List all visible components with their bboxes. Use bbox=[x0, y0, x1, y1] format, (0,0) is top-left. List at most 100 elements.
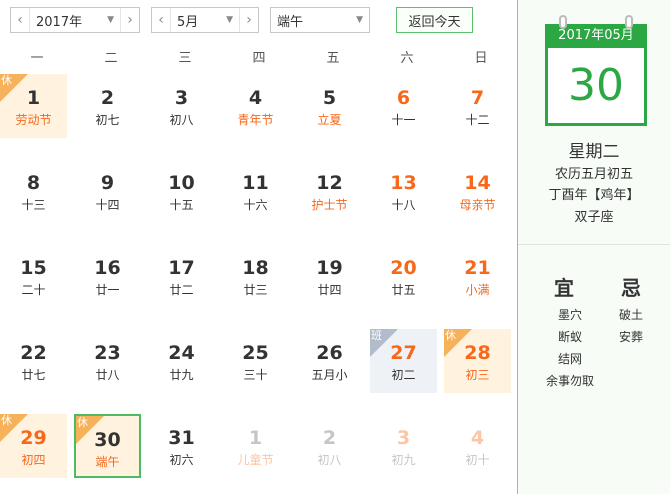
zodiac-sign: 双子座 bbox=[574, 210, 614, 225]
day-lunar-label: 初六 bbox=[169, 453, 194, 467]
weekday-label: 六 bbox=[400, 51, 414, 66]
day-number: 5 bbox=[322, 87, 337, 109]
day-cell[interactable]: 8 十三 bbox=[0, 159, 67, 223]
day-number: 21 bbox=[464, 257, 491, 279]
next-month-arrow-icon[interactable]: › bbox=[240, 8, 258, 32]
day-lunar-label: 廿八 bbox=[95, 368, 120, 382]
ganzhi-year: 丁酉年【鸡年】 bbox=[548, 188, 640, 203]
day-lunar-label: 十六 bbox=[243, 198, 268, 212]
day-number: 8 bbox=[26, 172, 41, 194]
day-cell[interactable]: 20 廿五 bbox=[370, 244, 437, 308]
day-number: 4 bbox=[470, 427, 485, 449]
month-selector[interactable]: ‹ 5月 ▼ › bbox=[151, 7, 259, 33]
day-lunar-label: 廿七 bbox=[21, 368, 46, 382]
day-cell[interactable]: 2 初七 bbox=[74, 74, 141, 138]
year-selector[interactable]: ‹ 2017年 ▼ › bbox=[10, 7, 140, 33]
day-cell[interactable]: 2 初八 bbox=[296, 414, 363, 478]
prev-month-arrow-icon[interactable]: ‹ bbox=[152, 8, 170, 32]
month-dropdown[interactable]: 5月 ▼ bbox=[170, 8, 240, 32]
weekday-label: 三 bbox=[178, 51, 192, 66]
back-to-today-button[interactable]: 返回今天 bbox=[396, 7, 473, 33]
weekday-label: 五 bbox=[326, 51, 340, 66]
day-number: 10 bbox=[168, 172, 195, 194]
day-cell[interactable]: 休 28 初三 bbox=[444, 329, 511, 393]
day-lunar-label: 初九 bbox=[391, 453, 416, 467]
day-number: 31 bbox=[168, 427, 195, 449]
day-lunar-label: 五月小 bbox=[311, 368, 348, 382]
divider bbox=[518, 244, 670, 245]
day-number: 3 bbox=[174, 87, 189, 109]
day-number: 13 bbox=[390, 172, 417, 194]
day-cell[interactable]: 25 三十 bbox=[222, 329, 289, 393]
day-cell[interactable]: 3 初八 bbox=[148, 74, 215, 138]
day-cell[interactable]: 休 1 劳动节 bbox=[0, 74, 67, 138]
yi-item: 断蚁 bbox=[557, 330, 582, 344]
day-cell[interactable]: 1 儿童节 bbox=[222, 414, 289, 478]
day-cell[interactable]: 9 十四 bbox=[74, 159, 141, 223]
month-value: 5月 bbox=[177, 14, 199, 30]
year-dropdown[interactable]: 2017年 ▼ bbox=[29, 8, 121, 32]
day-number: 3 bbox=[396, 427, 411, 449]
chevron-down-icon: ▼ bbox=[356, 15, 363, 25]
day-lunar-label: 十四 bbox=[95, 198, 120, 212]
day-cell[interactable]: 14 母亲节 bbox=[444, 159, 511, 223]
day-number: 7 bbox=[470, 87, 485, 109]
day-cell[interactable]: 24 廿九 bbox=[148, 329, 215, 393]
day-lunar-label: 初七 bbox=[95, 113, 120, 127]
day-cell[interactable]: 班 27 初二 bbox=[370, 329, 437, 393]
day-lunar-label: 廿五 bbox=[391, 283, 416, 297]
day-cell[interactable]: 5 立夏 bbox=[296, 74, 363, 138]
day-lunar-label: 初八 bbox=[169, 113, 194, 127]
day-cell[interactable]: 4 青年节 bbox=[222, 74, 289, 138]
day-number: 11 bbox=[242, 172, 269, 194]
day-lunar-label: 十三 bbox=[21, 198, 46, 212]
day-lunar-label: 廿九 bbox=[169, 368, 194, 382]
day-cell[interactable]: 4 初十 bbox=[444, 414, 511, 478]
day-cell[interactable]: 15 二十 bbox=[0, 244, 67, 308]
weekday-label: 二 bbox=[104, 51, 118, 66]
weekday-label: 一 bbox=[30, 51, 44, 66]
day-cell[interactable]: 10 十五 bbox=[148, 159, 215, 223]
day-lunar-label: 廿一 bbox=[95, 283, 120, 297]
day-cell[interactable]: 31 初六 bbox=[148, 414, 215, 478]
day-lunar-label: 廿二 bbox=[169, 283, 194, 297]
day-cell[interactable]: 19 廿四 bbox=[296, 244, 363, 308]
day-cell[interactable]: 12 护士节 bbox=[296, 159, 363, 223]
day-lunar-label: 廿四 bbox=[317, 283, 342, 297]
day-cell[interactable]: 23 廿八 bbox=[74, 329, 141, 393]
day-cell[interactable]: 11 十六 bbox=[222, 159, 289, 223]
day-lunar-label: 小满 bbox=[465, 283, 490, 297]
day-lunar-label: 初四 bbox=[21, 453, 46, 467]
day-lunar-label: 十二 bbox=[465, 113, 490, 127]
yi-item: 余事勿取 bbox=[545, 374, 594, 388]
day-cell[interactable]: 3 初九 bbox=[370, 414, 437, 478]
day-lunar-label: 儿童节 bbox=[237, 453, 274, 467]
day-lunar-label: 立夏 bbox=[317, 113, 342, 127]
next-year-arrow-icon[interactable]: › bbox=[121, 8, 139, 32]
day-cell[interactable]: 26 五月小 bbox=[296, 329, 363, 393]
holiday-dropdown[interactable]: 端午 ▼ bbox=[271, 8, 369, 32]
weekday-label: 四 bbox=[252, 51, 266, 66]
badge-label: 休 bbox=[1, 74, 12, 87]
weekday-header: 一二三四五六日 bbox=[0, 44, 518, 74]
day-cell[interactable]: 13 十八 bbox=[370, 159, 437, 223]
holiday-selector[interactable]: 端午 ▼ bbox=[270, 7, 370, 33]
weekday-label: 日 bbox=[474, 51, 488, 66]
day-cell-today[interactable]: 休 30 端午 bbox=[74, 414, 141, 478]
day-cell[interactable]: 21 小满 bbox=[444, 244, 511, 308]
day-lunar-label: 初二 bbox=[391, 368, 416, 382]
ji-item: 破土 bbox=[618, 308, 643, 322]
day-number: 17 bbox=[168, 257, 195, 279]
day-number: 25 bbox=[242, 342, 269, 364]
day-cell[interactable]: 7 十二 bbox=[444, 74, 511, 138]
day-number: 24 bbox=[168, 342, 195, 364]
day-number: 20 bbox=[390, 257, 417, 279]
day-cell[interactable]: 16 廿一 bbox=[74, 244, 141, 308]
day-cell[interactable]: 18 廿三 bbox=[222, 244, 289, 308]
day-cell[interactable]: 22 廿七 bbox=[0, 329, 67, 393]
day-cell[interactable]: 休 29 初四 bbox=[0, 414, 67, 478]
day-cell[interactable]: 6 十一 bbox=[370, 74, 437, 138]
chevron-down-icon: ▼ bbox=[226, 15, 233, 25]
prev-year-arrow-icon[interactable]: ‹ bbox=[11, 8, 29, 32]
day-cell[interactable]: 17 廿二 bbox=[148, 244, 215, 308]
